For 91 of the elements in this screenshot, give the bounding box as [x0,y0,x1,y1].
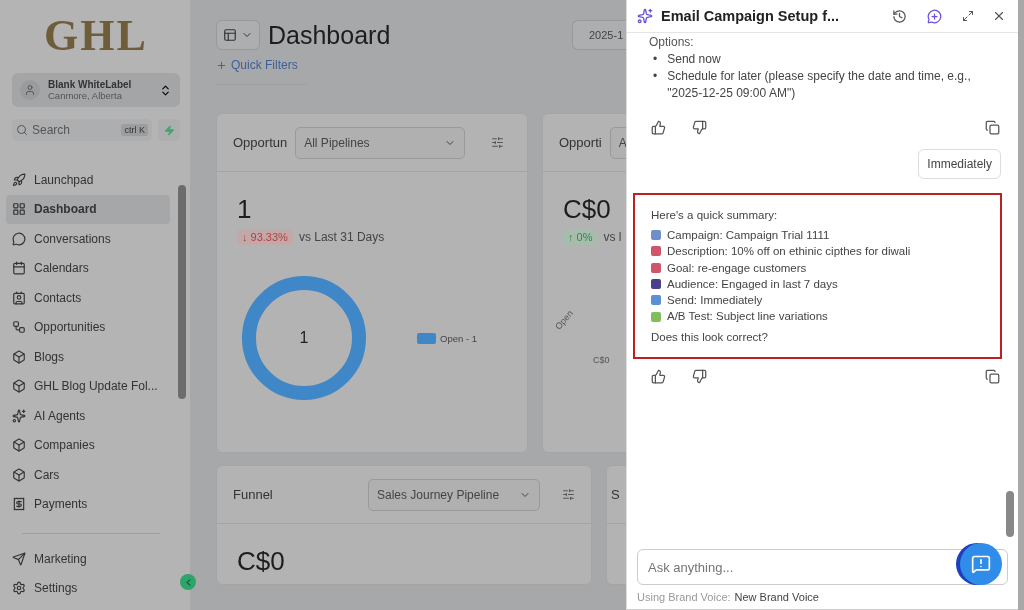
brand-voice-name[interactable]: New Brand Voice [734,591,819,603]
plus-icon [216,59,227,71]
card-title: S [611,487,620,502]
summary-line: Send: Immediately [667,293,763,309]
view-switcher-button[interactable] [216,20,260,50]
nav-icon [12,320,26,335]
metric-value: 1 [237,194,253,225]
bullet: • [653,68,658,85]
metric-value: C$0 [237,546,286,577]
logo: GHL [43,10,149,61]
axis-tick: C$0 [593,355,610,365]
date-range-button[interactable]: 2025-1 [572,20,626,50]
chevrons-icon [159,83,172,97]
scrollbar[interactable] [1006,491,1014,537]
account-switcher[interactable]: Blank WhiteLabel Canmore, Alberta [12,73,180,107]
filter-icon[interactable] [562,488,575,501]
metric-value: C$0 [563,194,612,225]
nav-icon [12,408,26,423]
shortcut-hint: ctrl K [121,124,148,136]
nav-icon [12,202,26,217]
search-field[interactable]: Search ctrl K [12,119,152,141]
nav-icon [12,290,26,305]
comparison-text: vs Last 31 Days [298,230,385,244]
nav-icon [12,349,26,364]
pipeline-select[interactable]: Sales Journey Pipeline [368,478,540,511]
comparison-text: vs l [603,230,622,244]
scrollbar[interactable] [178,185,186,399]
nav-icon [12,497,26,512]
nav-icon [12,379,26,394]
thumbs-up-button[interactable] [649,118,668,137]
message-text: Here's a quick summary: [651,208,779,223]
collapse-button[interactable] [180,574,196,590]
brand-voice-label: Using Brand Voice: [637,591,731,603]
change-badge: ↑ 0% [563,229,598,245]
summary-line: Audience: Engaged in last 7 days [667,276,838,292]
nav-item[interactable]: Conversations [6,224,170,254]
nav-item[interactable]: Contacts [6,283,170,313]
nav-icon [12,172,26,187]
message-text: Options: [649,35,695,49]
nav-item[interactable]: Cars [6,460,170,490]
user-message: Immediately [918,149,1001,179]
close-icon [992,9,1006,23]
card-title: Funnel [233,487,273,502]
nav-item[interactable]: Launchpad [6,165,170,195]
feedback-icon [971,554,991,574]
lightning-icon [163,124,175,136]
filter-icon[interactable] [491,136,505,149]
chat-input[interactable]: Ask anything... [637,549,1008,585]
legend-item: Open - 1 [417,332,477,344]
option-item: Schedule for later (please specify the date and time, e.g., "2025-12-25 09:00 AM") [667,68,972,102]
nav-icon [12,581,26,596]
chat-title: Email Campaign Setup f... [661,8,840,24]
account-name: Blank WhiteLabel [48,79,132,90]
summary-line: Description: 10% off on ethinic cipthes for diwali [667,244,911,260]
search-icon [16,124,28,136]
layout-icon [223,28,237,42]
option-item: Send now [667,51,721,68]
card-title: Opportun [233,135,288,150]
nav-item[interactable]: Payments [6,489,170,519]
summary-line: A/B Test: Subject line variations [667,309,828,325]
nav-item[interactable]: Settings [6,573,170,603]
change-badge: ↓ 93.33% [237,229,293,245]
nav-item[interactable]: Marketing [6,544,170,574]
nav-item[interactable]: GHL Blog Update Fol... [6,371,170,401]
thumbs-down-button[interactable] [690,118,709,137]
nav-item[interactable]: Companies [6,430,170,460]
nav-icon [12,438,26,453]
pipeline-select[interactable]: All Pipelines [295,126,466,159]
nav-icon [12,231,26,246]
nav-item[interactable]: Calendars [6,253,170,283]
nav-item[interactable]: AI Agents [6,401,170,431]
avatar-icon [20,80,40,100]
summary-line: Goal: re-engage customers [667,260,807,276]
summary-line: Campaign: Campaign Trial 1111 [667,228,830,243]
nav-icon [12,467,26,482]
donut-value: 1 [299,329,309,347]
bullet: • [653,51,658,68]
account-location: Canmore, Alberta [48,90,123,101]
nav-item[interactable]: Opportunities [6,312,170,342]
card-title: Opporti [559,135,602,150]
sparkle-icon [637,8,653,24]
pipeline-select[interactable]: A [609,126,626,159]
nav-icon [12,261,26,276]
message-text: Does this look correct? [651,329,769,345]
feedback-button[interactable] [960,543,1002,585]
nav-item[interactable]: Blogs [6,342,170,372]
nav-item[interactable]: Dashboard [6,194,170,224]
nav-icon [12,551,26,566]
expand-button[interactable] [960,8,976,24]
page-title: Dashboard [268,20,391,50]
copy-button[interactable] [983,118,1002,137]
